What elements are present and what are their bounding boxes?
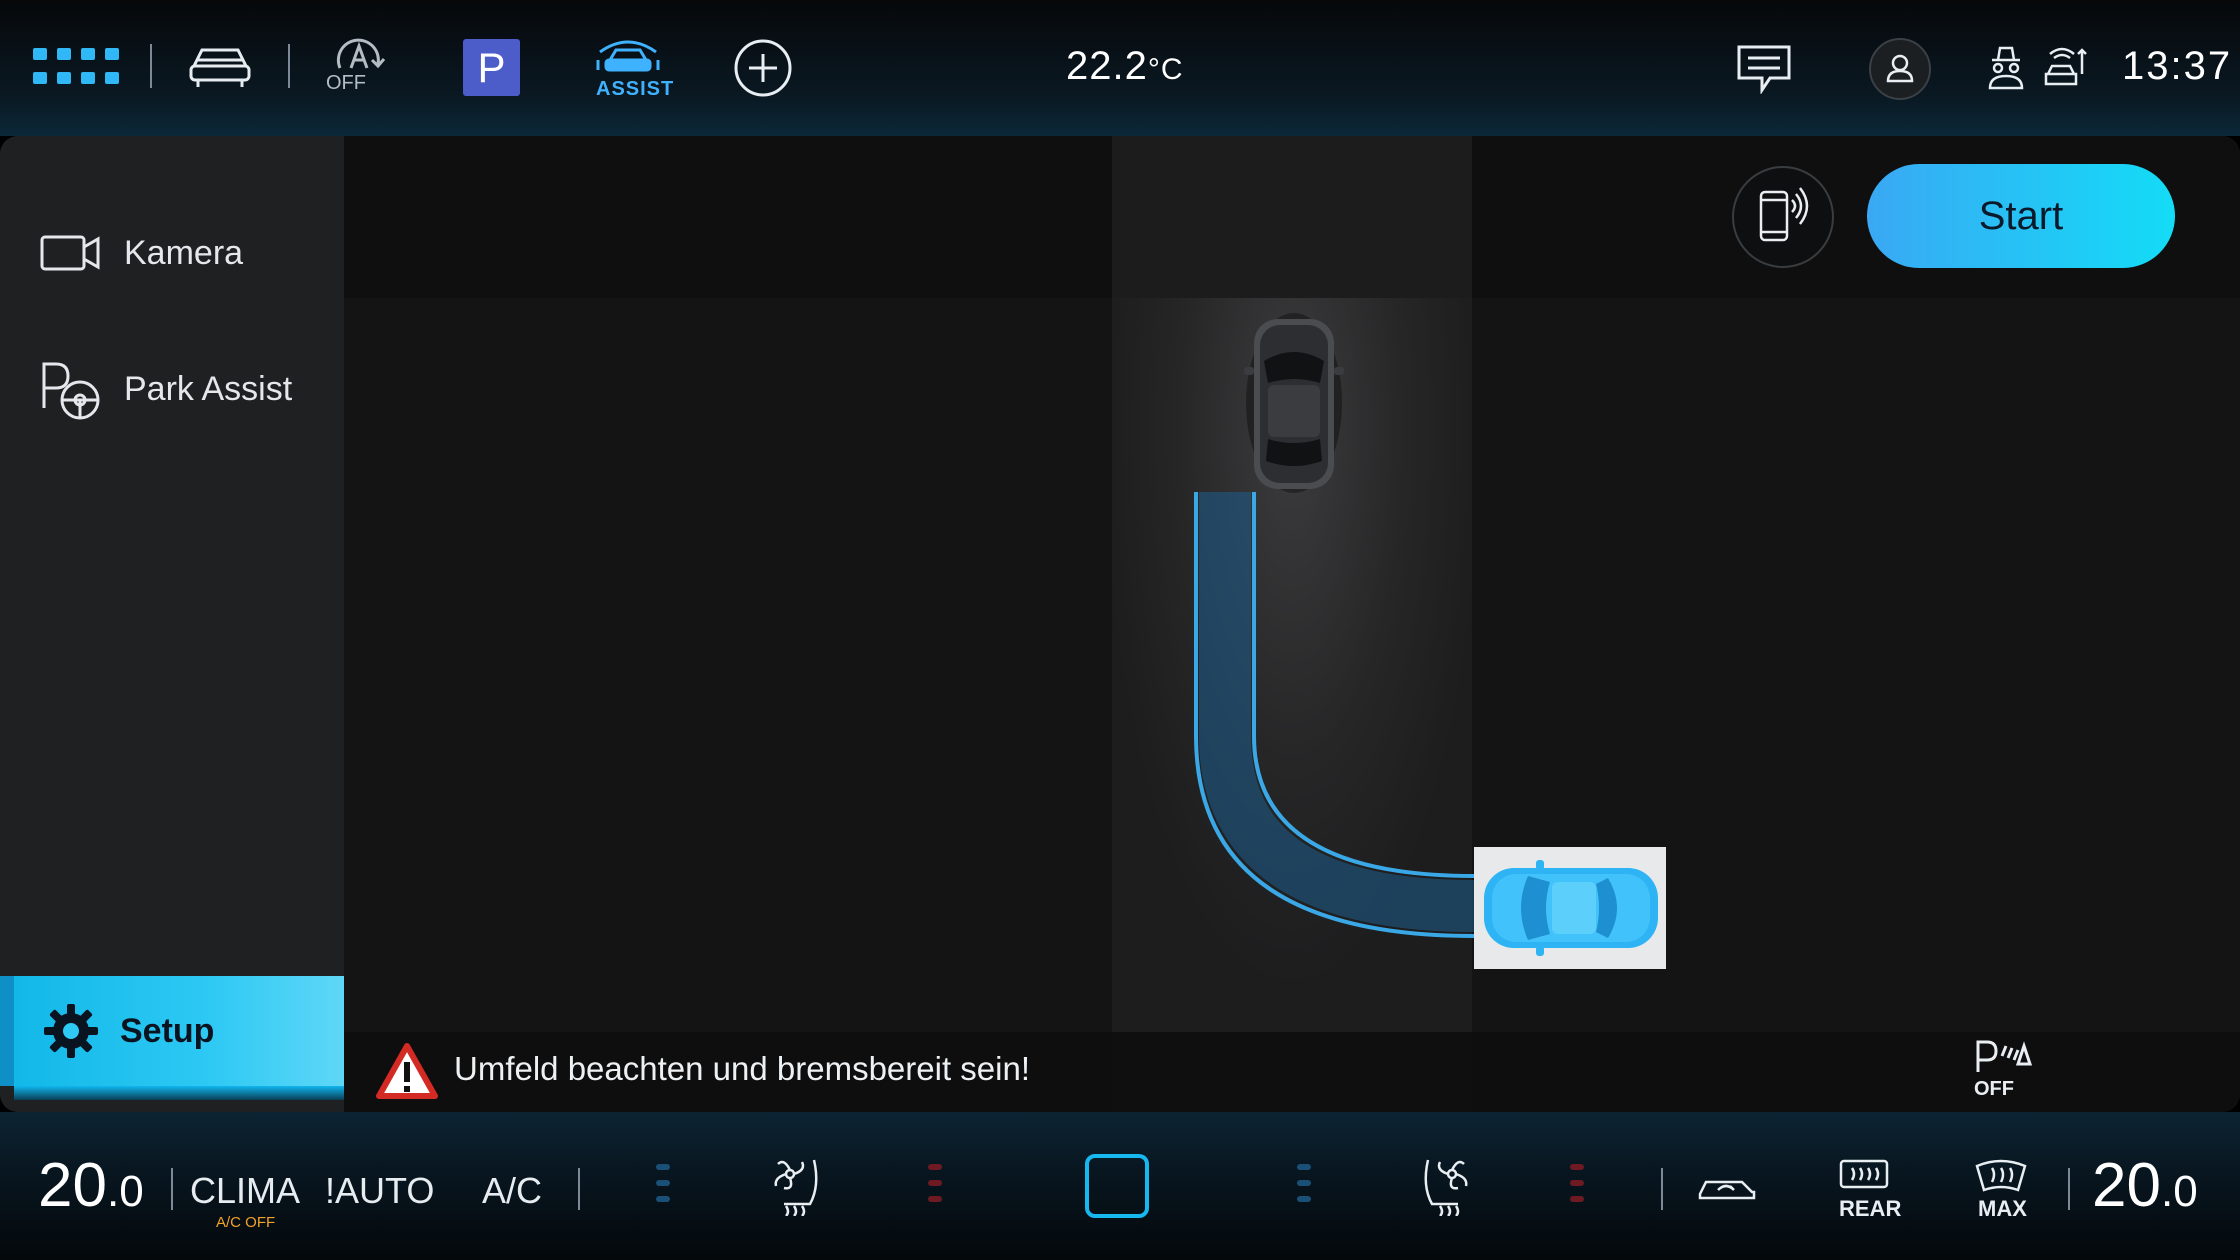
seat-ventilation-icon[interactable]	[770, 1156, 830, 1216]
divider	[578, 1168, 580, 1210]
clima-button[interactable]: CLIMA	[190, 1170, 300, 1212]
divider	[1661, 1168, 1663, 1210]
sidebar: Kamera Park Assist Setup	[0, 136, 344, 1112]
recirculation-icon[interactable]	[1696, 1170, 1758, 1204]
setup-label: Setup	[120, 1011, 215, 1050]
car-front-icon[interactable]	[188, 44, 252, 90]
max-defrost-label: MAX	[1978, 1196, 2027, 1221]
passenger-temperature[interactable]: 20.0	[2092, 1150, 2198, 1221]
passenger-seat-ventilation-icon[interactable]	[1412, 1156, 1472, 1216]
assist-car-icon[interactable]	[596, 38, 660, 78]
top-status-bar: OFF P ASSIST 22.2°C 13:37	[0, 0, 2240, 136]
driver-temp-value: 20	[38, 1151, 107, 1220]
auto-start-stop-label: OFF	[326, 72, 366, 94]
divider	[2068, 1168, 2070, 1210]
clock: 13:37	[2122, 44, 2233, 88]
driver-seat-cool-level[interactable]	[656, 1164, 670, 1212]
park-assist-icon	[42, 362, 100, 420]
own-car-icon	[1244, 313, 1344, 493]
privacy-mode-icon[interactable]	[1986, 44, 2026, 92]
temperature-value: 22.2	[1066, 44, 1148, 88]
main-panel: Kamera Park Assist Setup Start Umfeld be…	[0, 136, 2240, 1112]
driver-temp-decimal: .0	[106, 1167, 144, 1216]
park-badge[interactable]: P	[463, 39, 520, 96]
divider	[171, 1168, 173, 1210]
ac-button[interactable]: A/C	[482, 1170, 542, 1212]
warning-icon	[376, 1043, 438, 1099]
passenger-seat-heat-level[interactable]	[1570, 1164, 1584, 1212]
rear-defrost-icon[interactable]	[1838, 1158, 1890, 1192]
climate-menu-button[interactable]	[1085, 1154, 1149, 1218]
message-icon[interactable]	[1736, 44, 1792, 94]
divider	[150, 44, 152, 88]
sidebar-item-setup[interactable]: Setup	[0, 976, 344, 1086]
warning-bar: Umfeld beachten und bremsbereit sein! OF…	[344, 1032, 2240, 1112]
user-profile-icon[interactable]	[1868, 37, 1932, 101]
setup-highlight	[14, 1086, 344, 1100]
remote-park-button[interactable]	[1732, 166, 1834, 268]
sidebar-item-label: Park Assist	[124, 369, 293, 408]
add-icon[interactable]	[733, 38, 793, 98]
max-defrost-icon[interactable]	[1974, 1156, 2028, 1194]
park-sensor-status: OFF	[1974, 1078, 2014, 1100]
sidebar-item-label: Kamera	[124, 233, 244, 272]
driver-temperature[interactable]: 20.0	[38, 1150, 144, 1221]
apps-grid-icon[interactable]	[33, 48, 121, 88]
passenger-temp-decimal: .0	[2160, 1167, 2198, 1216]
park-assist-scene: Start	[344, 136, 2240, 1112]
sidebar-item-park-assist[interactable]: Park Assist	[40, 354, 292, 424]
target-car-icon	[1484, 860, 1658, 956]
parking-trajectory	[1194, 492, 1475, 938]
passenger-seat-cool-level[interactable]	[1297, 1164, 1311, 1212]
driver-seat-heat-level[interactable]	[928, 1164, 942, 1212]
passenger-temp-value: 20	[2092, 1151, 2161, 1220]
auto-button[interactable]: !AUTO	[325, 1170, 434, 1212]
climate-bar: 20.0 CLIMA A/C OFF !AUTO A/C REAR MAX 20…	[0, 1112, 2240, 1260]
ac-off-label: A/C OFF	[216, 1214, 276, 1231]
rear-defrost-label: REAR	[1839, 1196, 1902, 1221]
smartphone-signal-icon	[1759, 187, 1809, 242]
outside-temperature: 22.2°C	[1066, 44, 1184, 89]
warning-text: Umfeld beachten und bremsbereit sein!	[454, 1050, 1030, 1087]
sidebar-item-kamera[interactable]: Kamera	[40, 218, 243, 288]
camera-icon	[40, 235, 100, 271]
assist-label: ASSIST	[596, 78, 675, 100]
connected-car-icon[interactable]	[2044, 44, 2088, 90]
start-button[interactable]: Start	[1867, 164, 2175, 268]
temperature-unit: °C	[1147, 53, 1184, 86]
divider	[288, 44, 290, 88]
gear-icon	[44, 1004, 98, 1058]
